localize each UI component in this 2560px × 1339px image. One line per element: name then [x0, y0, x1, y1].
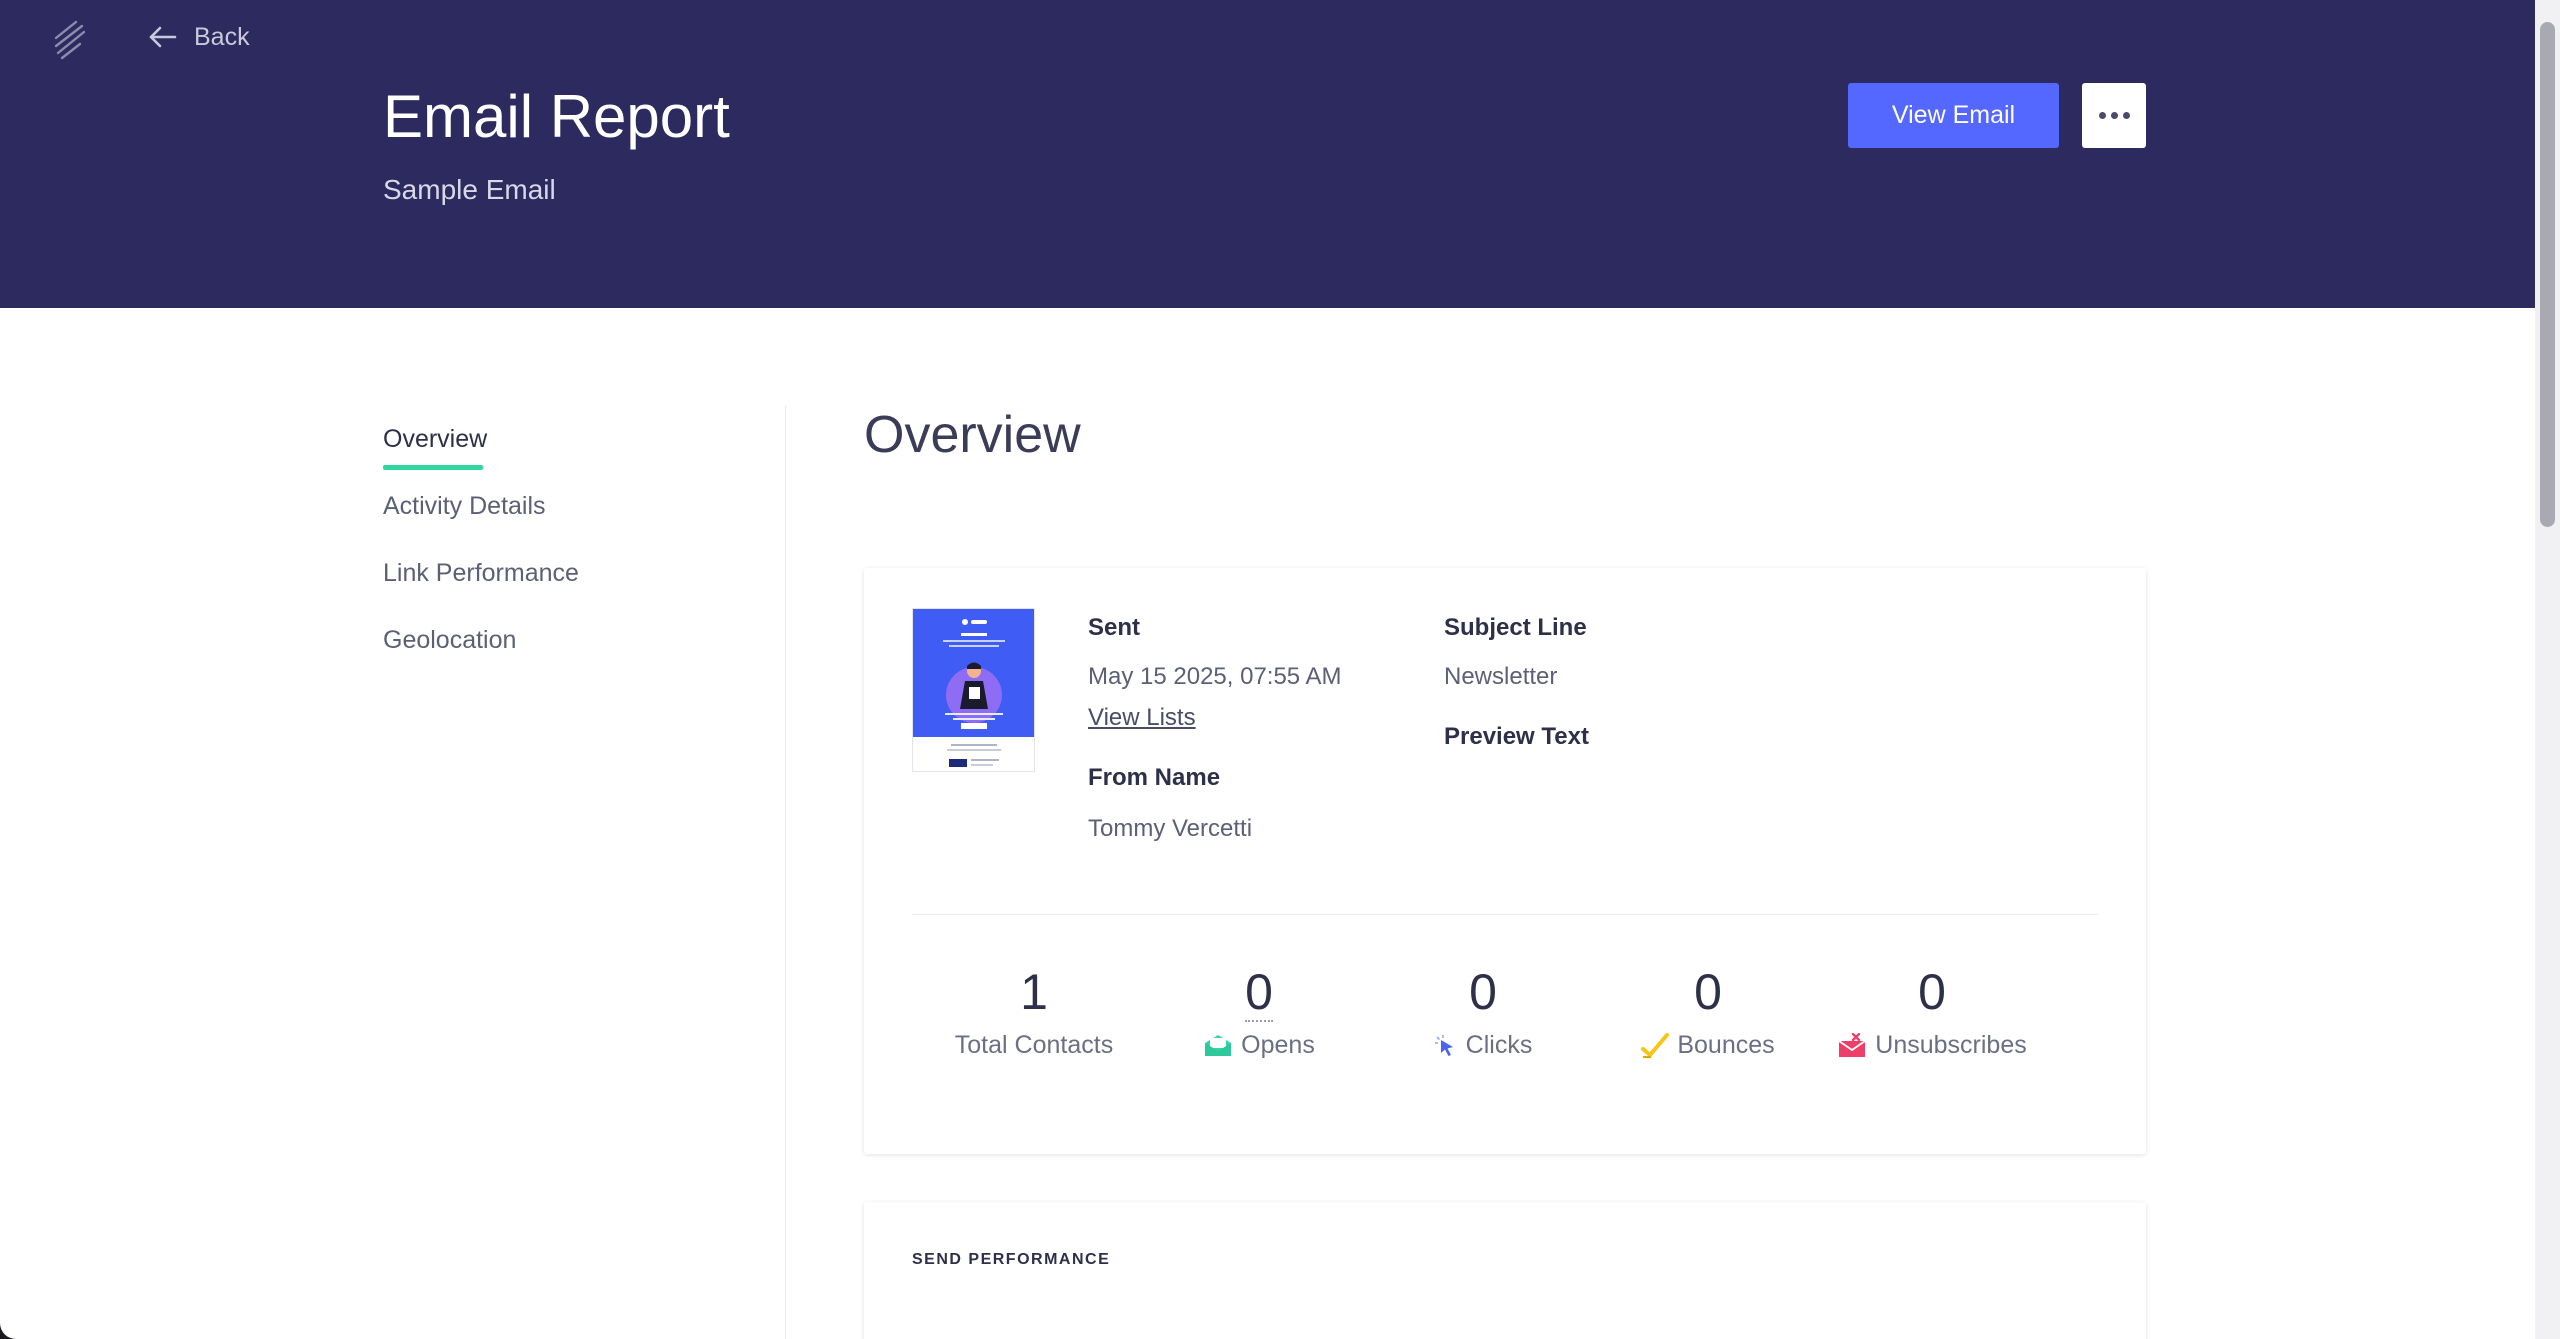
stat-total-contacts: 1 Total Contacts — [924, 963, 1144, 1060]
stat-value: 0 — [1245, 964, 1273, 1022]
view-email-button[interactable]: View Email — [1848, 83, 2059, 148]
subject-line-value: Newsletter — [1444, 663, 1558, 690]
subject-line-label: Subject Line — [1444, 614, 1587, 641]
active-indicator — [383, 465, 483, 470]
arrow-left-icon — [149, 26, 177, 48]
page-subtitle: Sample Email — [383, 174, 556, 205]
back-label: Back — [194, 22, 250, 51]
sidebar-nav: Overview Activity Details Link Performan… — [383, 425, 763, 693]
thumbnail-illustration — [943, 619, 1005, 767]
sidebar-item-label: Geolocation — [383, 626, 517, 654]
stat-value: 0 — [1469, 964, 1497, 1020]
more-dot-icon — [2122, 112, 2130, 119]
page-title: Email Report — [383, 83, 730, 150]
stat-label: Bounces — [1677, 1031, 1775, 1059]
stat-unsubscribes[interactable]: 0 Unsubscribes — [1822, 963, 2042, 1060]
sidebar-divider — [785, 405, 786, 1339]
stat-opens[interactable]: 0 Opens — [1149, 963, 1369, 1060]
logo-icon[interactable] — [50, 18, 90, 62]
envelope-x-icon — [1838, 1032, 1866, 1057]
sidebar-item-label: Activity Details — [383, 492, 546, 520]
envelope-open-icon — [1205, 1034, 1232, 1056]
more-options-button[interactable] — [2082, 83, 2146, 148]
more-dot-icon — [2098, 112, 2106, 119]
stat-value: 0 — [1694, 964, 1722, 1020]
from-name-label: From Name — [1088, 764, 1221, 791]
sidebar-item-activity-details[interactable]: Activity Details — [383, 492, 763, 559]
view-lists-link[interactable]: View Lists — [1088, 704, 1196, 732]
sidebar-item-geolocation[interactable]: Geolocation — [383, 626, 763, 693]
sidebar-item-label: Overview — [383, 425, 488, 453]
sidebar-item-label: Link Performance — [383, 559, 579, 587]
sent-value: May 15 2025, 07:55 AM — [1088, 663, 1342, 690]
page-header: Back Email Report Sample Email View Emai… — [0, 0, 2535, 308]
more-dot-icon — [2110, 112, 2118, 119]
email-thumbnail[interactable] — [912, 608, 1035, 772]
stat-label: Opens — [1241, 1031, 1315, 1059]
card-divider — [912, 914, 2098, 915]
send-performance-heading: SEND PERFORMANCE — [912, 1251, 1111, 1268]
from-name-value: Tommy Vercetti — [1088, 815, 1253, 842]
stat-clicks[interactable]: 0 Clicks — [1373, 963, 1593, 1060]
stat-value: 0 — [1918, 964, 1946, 1020]
stat-value: 1 — [1020, 964, 1048, 1020]
sent-label: Sent — [1088, 614, 1141, 641]
stat-bounces[interactable]: 0 Bounces — [1598, 963, 1818, 1060]
send-performance-card: SEND PERFORMANCE — [864, 1202, 2146, 1339]
app-window: Back Email Report Sample Email View Emai… — [0, 0, 2535, 1339]
cursor-icon — [1434, 1034, 1453, 1056]
overview-card: Sent May 15 2025, 07:55 AM View Lists Fr… — [864, 568, 2146, 1154]
preview-text-label: Preview Text — [1444, 723, 1589, 750]
stat-label: Total Contacts — [954, 1031, 1114, 1059]
section-title: Overview — [864, 406, 1081, 464]
stat-label: Unsubscribes — [1875, 1031, 2027, 1059]
sidebar-item-link-performance[interactable]: Link Performance — [383, 559, 763, 626]
sidebar-item-overview[interactable]: Overview — [383, 425, 763, 492]
stat-label: Clicks — [1465, 1031, 1533, 1059]
back-link[interactable]: Back — [148, 20, 250, 54]
scrollbar-thumb[interactable] — [2540, 22, 2555, 527]
checkmark-icon — [1641, 1032, 1670, 1058]
